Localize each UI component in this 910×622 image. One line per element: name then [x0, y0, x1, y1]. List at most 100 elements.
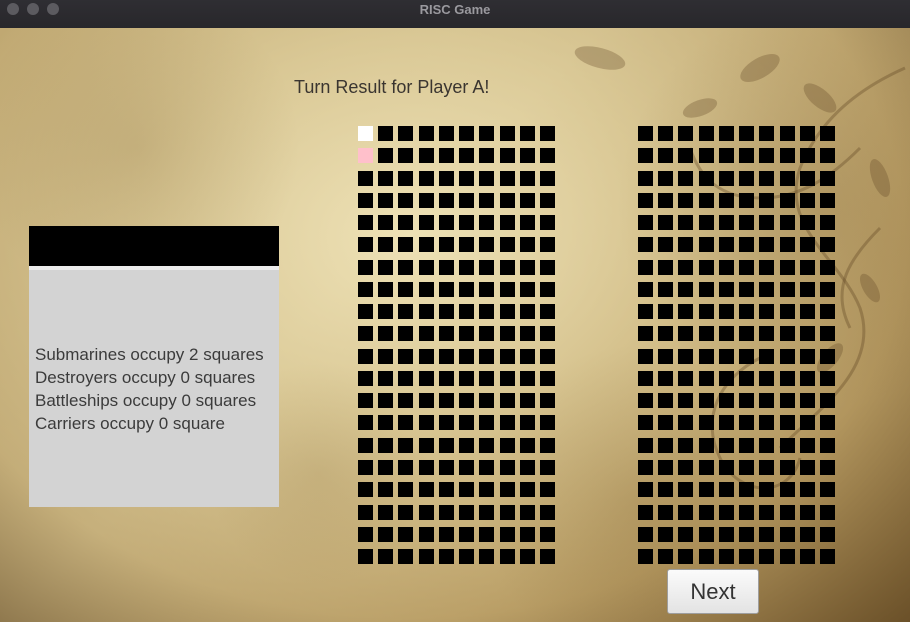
- right-board-cell[interactable]: [819, 304, 835, 320]
- left-board-cell[interactable]: [459, 370, 475, 386]
- left-board-cell[interactable]: [479, 549, 495, 565]
- right-board-cell[interactable]: [799, 348, 815, 364]
- right-board-cell[interactable]: [799, 237, 815, 253]
- right-board-cell[interactable]: [658, 237, 674, 253]
- left-board-cell[interactable]: [519, 304, 535, 320]
- left-board-cell[interactable]: [479, 415, 495, 431]
- left-board-cell[interactable]: [398, 192, 414, 208]
- left-board-cell[interactable]: [438, 192, 454, 208]
- left-board-cell[interactable]: [539, 482, 555, 498]
- right-board-cell[interactable]: [779, 304, 795, 320]
- left-board-cell[interactable]: [539, 281, 555, 297]
- left-board-cell[interactable]: [459, 126, 475, 141]
- right-board-cell[interactable]: [819, 459, 835, 475]
- left-board-cell[interactable]: [499, 148, 515, 164]
- left-board-cell[interactable]: [459, 437, 475, 453]
- right-board-cell[interactable]: [739, 393, 755, 409]
- left-board-cell[interactable]: [378, 370, 394, 386]
- left-board-cell[interactable]: [499, 526, 515, 542]
- right-board-cell[interactable]: [779, 526, 795, 542]
- left-board-cell[interactable]: [479, 437, 495, 453]
- right-board-cell[interactable]: [739, 459, 755, 475]
- right-board-cell[interactable]: [678, 437, 694, 453]
- left-board-cell[interactable]: [539, 237, 555, 253]
- right-board-cell[interactable]: [759, 215, 775, 231]
- right-board-cell[interactable]: [698, 237, 714, 253]
- left-board-cell[interactable]: [459, 459, 475, 475]
- left-board-cell[interactable]: [418, 259, 434, 275]
- right-board-cell[interactable]: [799, 126, 815, 141]
- right-board-cell[interactable]: [759, 393, 775, 409]
- left-board-cell[interactable]: [438, 281, 454, 297]
- left-board-cell[interactable]: [418, 237, 434, 253]
- left-board-cell[interactable]: [479, 237, 495, 253]
- right-board-cell[interactable]: [799, 482, 815, 498]
- right-board-cell[interactable]: [698, 281, 714, 297]
- left-board-cell[interactable]: [378, 126, 394, 141]
- right-board-cell[interactable]: [739, 148, 755, 164]
- right-board-cell[interactable]: [779, 148, 795, 164]
- left-board-cell[interactable]: [418, 504, 434, 520]
- right-board-cell[interactable]: [739, 237, 755, 253]
- right-board-cell[interactable]: [759, 281, 775, 297]
- right-board-cell[interactable]: [799, 459, 815, 475]
- left-board-cell[interactable]: [358, 549, 373, 565]
- right-board-cell[interactable]: [698, 504, 714, 520]
- right-board-cell[interactable]: [759, 326, 775, 342]
- left-board-cell[interactable]: [519, 459, 535, 475]
- left-board-cell[interactable]: [499, 304, 515, 320]
- right-board-cell[interactable]: [698, 482, 714, 498]
- right-board-cell[interactable]: [718, 304, 734, 320]
- right-board-cell[interactable]: [678, 148, 694, 164]
- left-board-cell[interactable]: [519, 415, 535, 431]
- left-board-cell[interactable]: [459, 482, 475, 498]
- left-board-cell[interactable]: [539, 393, 555, 409]
- right-board-cell[interactable]: [638, 281, 653, 297]
- left-board-cell[interactable]: [438, 415, 454, 431]
- left-board-cell[interactable]: [519, 482, 535, 498]
- left-board-cell[interactable]: [358, 393, 373, 409]
- right-board-cell[interactable]: [779, 504, 795, 520]
- right-board-cell[interactable]: [658, 215, 674, 231]
- left-board-cell[interactable]: [398, 237, 414, 253]
- left-board-cell[interactable]: [418, 304, 434, 320]
- right-board-cell[interactable]: [799, 370, 815, 386]
- left-board-cell[interactable]: [499, 326, 515, 342]
- right-board-cell[interactable]: [718, 126, 734, 141]
- left-board-cell[interactable]: [499, 504, 515, 520]
- left-board-cell[interactable]: [438, 526, 454, 542]
- right-board-cell[interactable]: [799, 170, 815, 186]
- left-board-cell[interactable]: [398, 259, 414, 275]
- left-board-cell[interactable]: [539, 326, 555, 342]
- left-board-cell[interactable]: [499, 259, 515, 275]
- left-board-cell[interactable]: [479, 504, 495, 520]
- left-board-cell[interactable]: [418, 459, 434, 475]
- left-board-cell[interactable]: [438, 237, 454, 253]
- left-board-cell[interactable]: [398, 370, 414, 386]
- left-board-cell[interactable]: [499, 281, 515, 297]
- left-board-cell[interactable]: [438, 504, 454, 520]
- right-board-cell[interactable]: [739, 415, 755, 431]
- right-board-cell[interactable]: [698, 459, 714, 475]
- right-board-cell[interactable]: [819, 259, 835, 275]
- right-board-cell[interactable]: [638, 148, 653, 164]
- right-board-cell[interactable]: [819, 281, 835, 297]
- left-board-cell[interactable]: [398, 415, 414, 431]
- left-board-cell[interactable]: [539, 215, 555, 231]
- left-board-cell[interactable]: [438, 348, 454, 364]
- right-board-cell[interactable]: [739, 326, 755, 342]
- left-board-cell[interactable]: [519, 148, 535, 164]
- left-board-cell[interactable]: [378, 170, 394, 186]
- right-board-cell[interactable]: [739, 549, 755, 565]
- left-board-cell[interactable]: [519, 237, 535, 253]
- right-board-cell[interactable]: [759, 148, 775, 164]
- right-board-cell[interactable]: [759, 526, 775, 542]
- right-board-cell[interactable]: [718, 393, 734, 409]
- left-board-cell[interactable]: [499, 170, 515, 186]
- right-board-cell[interactable]: [658, 482, 674, 498]
- left-board-cell[interactable]: [438, 170, 454, 186]
- left-board-cell[interactable]: [519, 192, 535, 208]
- right-board-cell[interactable]: [638, 393, 653, 409]
- right-board-cell[interactable]: [819, 148, 835, 164]
- right-board-cell[interactable]: [678, 415, 694, 431]
